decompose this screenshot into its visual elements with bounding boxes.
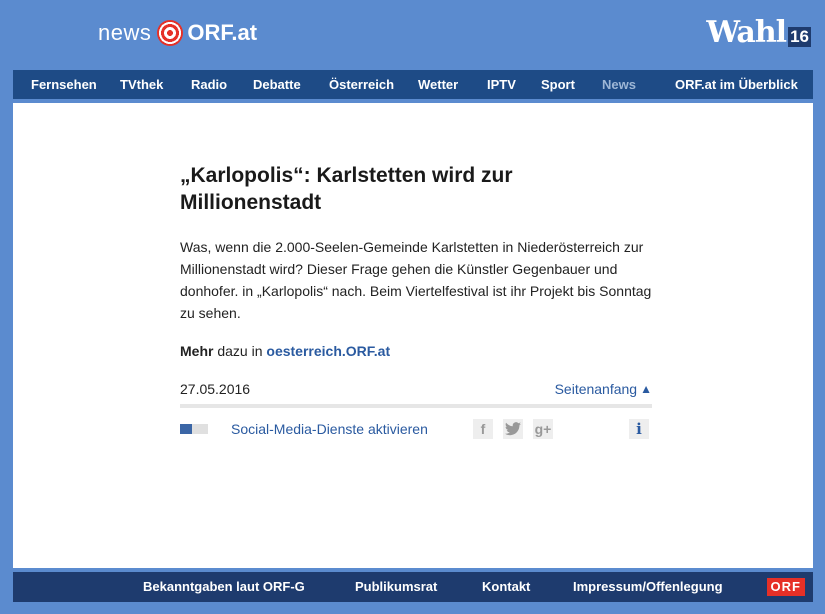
article-date: 27.05.2016 xyxy=(180,381,251,397)
nav-item-overview[interactable]: ORF.at im Überblick xyxy=(675,77,798,92)
facebook-icon[interactable]: f xyxy=(473,419,493,439)
article-title: „Karlopolis“: Karlstetten wird zur Milli… xyxy=(180,164,513,214)
social-media-bar: Social-Media-Dienste aktivieren f g+ i xyxy=(180,418,652,440)
content-area: „Karlopolis“: Karlstetten wird zur Milli… xyxy=(13,103,813,568)
nav-item-news[interactable]: News xyxy=(602,77,636,92)
nav-item-debatte[interactable]: Debatte xyxy=(253,77,301,92)
nav-item-sport[interactable]: Sport xyxy=(541,77,575,92)
article-meta: 27.05.2016 Seitenanfang ▲ xyxy=(180,378,652,400)
orf-footer-logo[interactable]: ORF xyxy=(766,578,805,596)
nav-item-wetter[interactable]: Wetter xyxy=(418,77,458,92)
back-to-top-link[interactable]: Seitenanfang ▲ xyxy=(555,381,652,397)
google-plus-icon[interactable]: g+ xyxy=(533,419,553,439)
article-lead: Was, wenn die 2.000-Seelen-Gemeinde Karl… xyxy=(180,239,652,321)
news-orf-logo[interactable]: news ORF.at xyxy=(98,18,257,48)
site-header: news ORF.at Wahl 16 xyxy=(0,0,825,70)
wahl-year: 16 xyxy=(788,27,811,47)
logo-news-text: news xyxy=(98,20,152,45)
site-footer: Bekanntgaben laut ORF-G Publikumsrat Kon… xyxy=(13,572,813,602)
twitter-bird-icon xyxy=(505,422,521,436)
separator xyxy=(180,404,652,408)
footer-link-publikumsrat[interactable]: Publikumsrat xyxy=(355,579,437,594)
nav-item-oesterreich[interactable]: Österreich xyxy=(329,77,394,92)
nav-item-tvthek[interactable]: TVthek xyxy=(120,77,163,92)
more-text: dazu in xyxy=(213,343,267,359)
nav-item-fernsehen[interactable]: Fernsehen xyxy=(31,77,97,92)
info-icon[interactable]: i xyxy=(629,419,649,439)
more-bold: Mehr xyxy=(180,343,214,359)
wahl-text: Wahl xyxy=(706,15,787,50)
more-info: Mehr dazu in oesterreich.ORF.at xyxy=(180,340,652,362)
footer-link-bekanntgaben[interactable]: Bekanntgaben laut ORF-G xyxy=(143,579,305,594)
nav-item-radio[interactable]: Radio xyxy=(191,77,227,92)
back-to-top-label: Seitenanfang xyxy=(554,381,638,397)
main-navigation: Fernsehen TVthek Radio Debatte Österreic… xyxy=(13,70,813,99)
nav-item-iptv[interactable]: IPTV xyxy=(487,77,516,92)
social-media-toggle[interactable] xyxy=(180,424,208,434)
article: „Karlopolis“: Karlstetten wird zur Milli… xyxy=(180,162,652,440)
social-media-label[interactable]: Social-Media-Dienste aktivieren xyxy=(231,421,428,437)
footer-link-kontakt[interactable]: Kontakt xyxy=(482,579,530,594)
footer-link-impressum[interactable]: Impressum/Offenlegung xyxy=(573,579,723,594)
arrow-up-icon: ▲ xyxy=(640,382,652,396)
logo-orf-text: ORF.at xyxy=(187,20,258,45)
wahl16-logo[interactable]: Wahl 16 xyxy=(706,18,811,48)
orf-eye-icon xyxy=(157,20,184,46)
more-link[interactable]: oesterreich.ORF.at xyxy=(266,343,390,359)
twitter-icon[interactable] xyxy=(503,419,523,439)
toggle-knob xyxy=(180,424,192,434)
